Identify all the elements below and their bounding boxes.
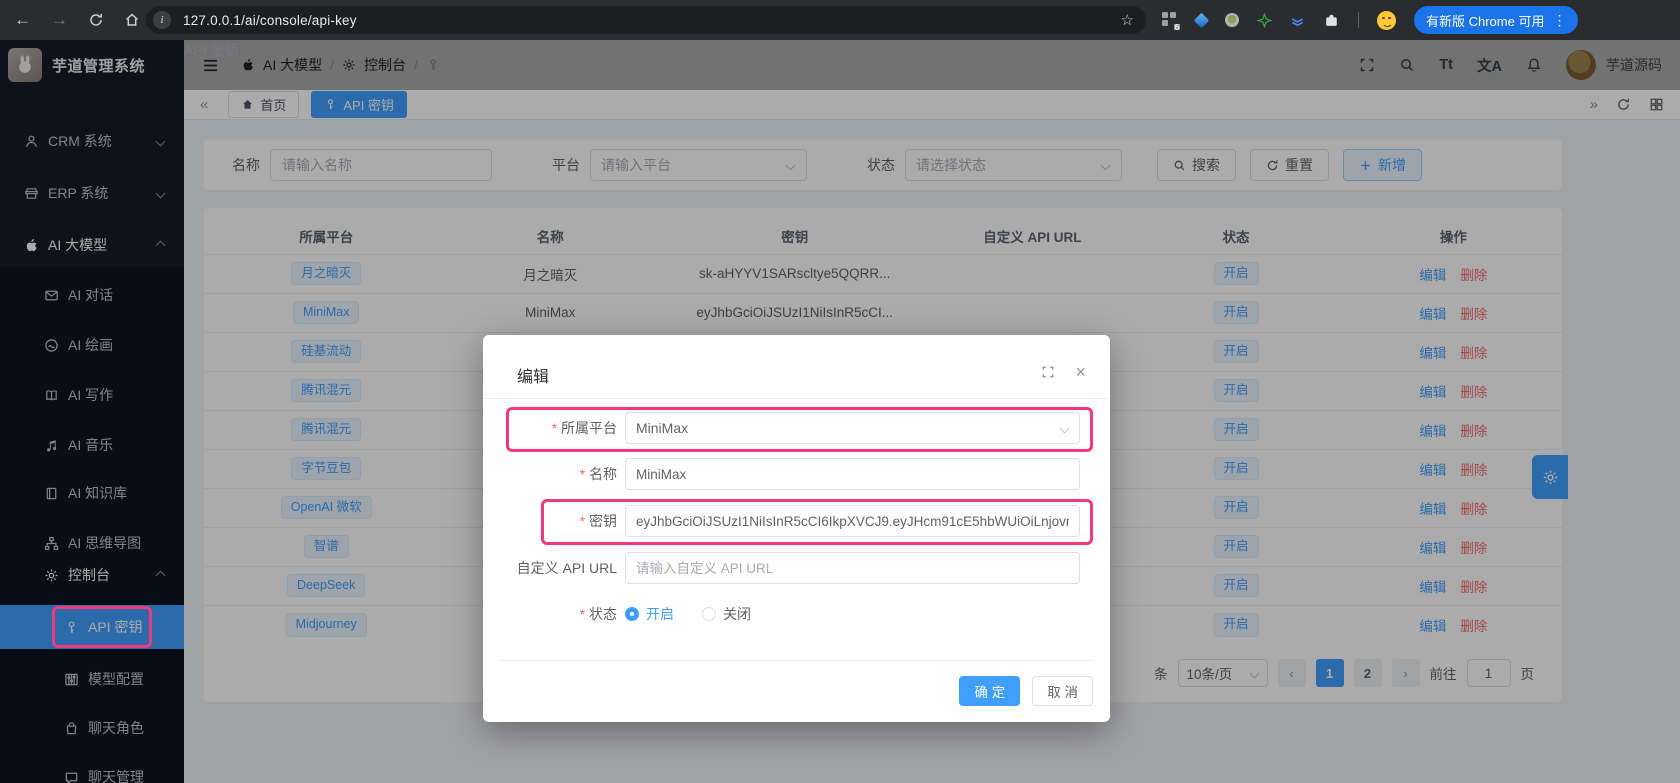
status-field-label: 状态 xyxy=(483,604,617,624)
screen: ← → i 127.0.0.1/ai/console/api-key ☆ 6 有… xyxy=(0,0,1680,783)
dialog-title: 编辑 xyxy=(517,369,550,386)
radio-unchecked-icon xyxy=(702,607,716,621)
browser-home-icon[interactable] xyxy=(124,12,140,28)
platform-field-label: 所属平台 xyxy=(483,418,617,438)
extension-layers-icon[interactable] xyxy=(1290,13,1305,28)
address-bar[interactable]: i 127.0.0.1/ai/console/api-key ☆ xyxy=(146,6,1146,34)
url-input[interactable] xyxy=(625,552,1080,584)
status-field-row: 状态 开启 关闭 xyxy=(483,598,1110,630)
extension-badge: 6 xyxy=(1174,22,1180,32)
extension-star-icon[interactable] xyxy=(1257,12,1272,28)
dialog-fullscreen-icon[interactable] xyxy=(1041,365,1055,379)
confirm-button[interactable]: 确 定 xyxy=(959,676,1021,706)
site-info-icon[interactable]: i xyxy=(153,11,171,29)
extension-diamond-icon[interactable] xyxy=(1193,12,1210,28)
browser-reload-icon[interactable] xyxy=(88,12,104,28)
platform-select-value: MiniMax xyxy=(636,420,689,436)
key-input[interactable] xyxy=(625,505,1080,537)
browser-toolbar: ← → i 127.0.0.1/ai/console/api-key ☆ 6 有… xyxy=(0,0,1680,40)
name-field-row: 名称 xyxy=(483,458,1110,490)
radio-label: 关闭 xyxy=(723,606,751,622)
app-root: 芋道管理系统 CRM 系统 ERP 系统 AI 大模型 AI 对话 AI 绘画 … xyxy=(0,40,1680,783)
radio-status-off[interactable]: 关闭 xyxy=(702,604,751,624)
extension-blocks-icon[interactable]: 6 xyxy=(1162,12,1180,32)
close-icon[interactable]: × xyxy=(1075,363,1086,381)
profile-emoji-avatar[interactable] xyxy=(1377,10,1396,30)
name-input[interactable] xyxy=(625,458,1080,490)
name-field-label: 名称 xyxy=(483,464,617,484)
extension-orb-icon[interactable] xyxy=(1225,13,1239,27)
bookmark-star-icon[interactable]: ☆ xyxy=(1121,11,1134,29)
url-text: 127.0.0.1/ai/console/api-key xyxy=(183,12,357,28)
dialog-footer-divider xyxy=(500,660,1093,661)
platform-field-row: 所属平台 MiniMax xyxy=(483,412,1110,444)
chrome-update-button[interactable]: 有新版 Chrome 可用 ⋮ xyxy=(1414,6,1579,34)
browser-back-icon[interactable]: ← xyxy=(14,10,31,30)
radio-status-on[interactable]: 开启 xyxy=(625,604,674,624)
chevron-down-icon xyxy=(1059,423,1070,434)
dialog-header: 编辑 × xyxy=(483,335,1110,399)
cancel-button[interactable]: 取 消 xyxy=(1032,676,1093,706)
radio-checked-icon xyxy=(625,607,639,621)
toolbar-divider xyxy=(1358,12,1359,28)
url-field-label: 自定义 API URL xyxy=(516,560,617,576)
browser-menu-icon[interactable]: ⋮ xyxy=(1552,12,1566,29)
extensions-puzzle-icon[interactable] xyxy=(1323,12,1340,29)
platform-select[interactable]: MiniMax xyxy=(625,412,1080,444)
radio-label: 开启 xyxy=(646,606,674,622)
key-field-label: 密钥 xyxy=(483,511,617,531)
browser-forward-icon[interactable]: → xyxy=(51,10,68,30)
edit-dialog: 编辑 × 所属平台 MiniMax 名称 xyxy=(483,335,1110,722)
url-field-row: 自定义 API URL xyxy=(483,552,1110,584)
key-field-row: 密钥 xyxy=(483,505,1110,537)
chrome-update-label: 有新版 Chrome 可用 xyxy=(1426,13,1545,29)
